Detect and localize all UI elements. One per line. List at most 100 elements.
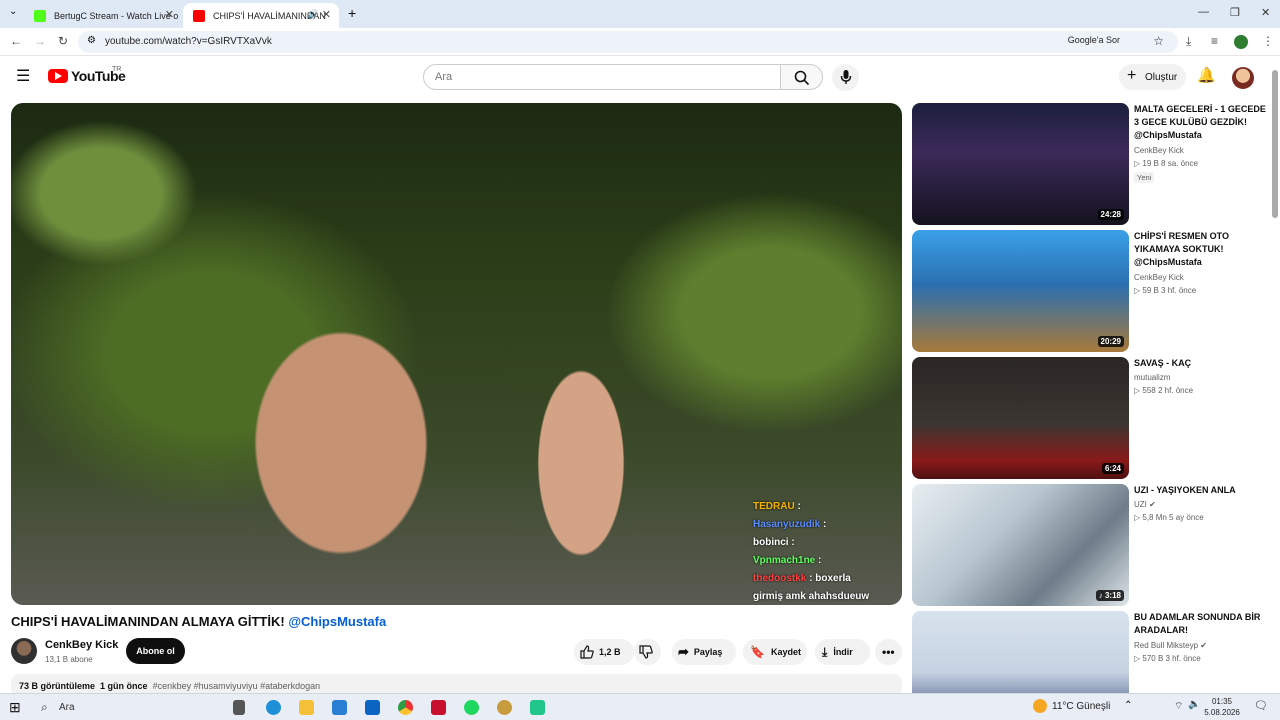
tab-bertugc[interactable]: BertugC Stream - Watch Live o ✕ bbox=[24, 3, 182, 28]
recommendation-title[interactable]: SAVAŞ - KAÇ bbox=[1134, 357, 1266, 370]
recommendation-title[interactable]: CHİPS'İ RESMEN OTO YIKAMAYA SOKTUK! @Chi… bbox=[1134, 230, 1266, 269]
video-thumbnail[interactable]: 20:29 bbox=[912, 230, 1129, 352]
close-window-icon[interactable]: ✕ bbox=[1261, 6, 1270, 19]
chat-line: Vpnmach1ne : bbox=[753, 552, 869, 570]
video-player[interactable]: TEDRAU : Hasanyuzudik : bobinci : Vpnmac… bbox=[11, 103, 902, 605]
file-explorer-icon[interactable] bbox=[299, 700, 314, 715]
page-scrollbar[interactable] bbox=[1272, 70, 1278, 218]
app-green-icon[interactable] bbox=[530, 700, 545, 715]
reload-icon[interactable]: ↻ bbox=[58, 34, 68, 48]
notifications-icon[interactable]: 🗨 bbox=[1254, 699, 1268, 712]
chat-message: : bbox=[797, 501, 801, 512]
upload-age: 1 gün önce bbox=[100, 681, 148, 691]
speaker-icon[interactable]: 🔊 bbox=[308, 9, 319, 20]
menu-icon[interactable]: ⋮ bbox=[1262, 34, 1274, 48]
video-title: CHIPS'İ HAVALİMANINDAN ALMAYA GİTTİK! @C… bbox=[11, 614, 386, 629]
duration-badge: 20:29 bbox=[1097, 336, 1124, 347]
dislike-button[interactable] bbox=[634, 639, 661, 665]
back-icon[interactable]: ← bbox=[10, 34, 22, 48]
video-title-text: CHIPS'İ HAVALİMANINDAN ALMAYA GİTTİK! bbox=[11, 614, 285, 629]
restore-icon[interactable]: ❐ bbox=[1230, 6, 1240, 19]
tab-title: BertugC Stream - Watch Live o bbox=[54, 10, 179, 21]
volume-icon[interactable]: 🔈 bbox=[1188, 699, 1200, 710]
recommendation-channel[interactable]: mutualizm bbox=[1134, 373, 1170, 382]
recommendation-channel[interactable]: CenkBey Kick bbox=[1134, 146, 1184, 155]
download-icon[interactable]: ⤓ bbox=[1186, 34, 1191, 49]
edge-icon[interactable] bbox=[266, 700, 281, 715]
mail-icon[interactable] bbox=[365, 700, 380, 715]
close-tab-icon[interactable]: ✕ bbox=[165, 8, 174, 21]
taskview-icon[interactable] bbox=[233, 700, 245, 715]
more-actions-button[interactable]: ••• bbox=[875, 639, 902, 665]
verified-icon: ✔ bbox=[1200, 641, 1207, 650]
recommendation-channel[interactable]: Red Bull Miksteyp ✔ bbox=[1134, 641, 1207, 650]
notifications-bell-icon[interactable]: 🔔 bbox=[1197, 66, 1216, 84]
forward-icon[interactable]: → bbox=[34, 34, 46, 48]
close-tab-icon[interactable]: ✕ bbox=[322, 8, 331, 21]
hamburger-menu-icon[interactable]: ☰ bbox=[16, 66, 30, 86]
bookmark-icon: 🔖 bbox=[750, 645, 765, 659]
video-thumbnail[interactable]: 24:28 bbox=[912, 103, 1129, 225]
minimize-icon[interactable]: — bbox=[1198, 6, 1209, 18]
recommendation-item[interactable]: 20:29 CHİPS'İ RESMEN OTO YIKAMAYA SOKTUK… bbox=[912, 230, 1272, 352]
chrome-icon[interactable] bbox=[398, 700, 413, 715]
spotify-icon[interactable] bbox=[464, 700, 479, 715]
recommendation-title[interactable]: BU ADAMLAR SONUNDA BİR ARADALAR! bbox=[1134, 611, 1266, 637]
recommendation-item[interactable]: 24:28 MALTA GECELERİ - 1 GECEDE 3 GECE K… bbox=[912, 103, 1272, 225]
windows-start-icon[interactable]: ⊞ bbox=[9, 699, 21, 716]
recommendation-item[interactable]: BU ADAMLAR SONUNDA BİR ARADALAR! Red Bul… bbox=[912, 611, 1272, 693]
region-label: TR bbox=[112, 66, 122, 73]
video-thumbnail[interactable]: 6:24 bbox=[912, 357, 1129, 479]
chat-line: TEDRAU : bbox=[753, 498, 869, 516]
address-bar[interactable]: ⚙ youtube.com/watch?v=GsIRVTXaVvk Google… bbox=[78, 31, 1178, 53]
site-info-icon[interactable]: ⚙ bbox=[87, 35, 96, 46]
chat-message: : bbox=[791, 537, 795, 548]
recommendation-channel[interactable]: CenkBey Kick bbox=[1134, 273, 1184, 282]
tab-youtube[interactable]: CHIPS'İ HAVALİMANINDAN 🔊 ✕ bbox=[183, 3, 339, 28]
new-tab-button[interactable]: + bbox=[348, 5, 356, 21]
taskbar-search[interactable]: ⌕ Ara bbox=[31, 697, 218, 718]
search-button[interactable] bbox=[781, 64, 823, 90]
system-clock[interactable]: 01:35 5.08.2026 bbox=[1200, 696, 1244, 718]
media-icon[interactable]: ≡ bbox=[1211, 34, 1218, 48]
tab-list-chevron-icon[interactable]: ⌄ bbox=[9, 6, 17, 17]
youtube-header: ☰ YouTube TR Ara + Oluştur 🔔 bbox=[0, 57, 1280, 97]
weather-text[interactable]: 11°C Güneşli bbox=[1052, 701, 1110, 712]
ask-google-button[interactable]: Google'a Sor bbox=[1068, 35, 1120, 45]
channel-name[interactable]: CenkBey Kick bbox=[45, 639, 118, 651]
chat-line: thedoostkk : boxerla bbox=[753, 570, 869, 588]
like-button[interactable]: 1,2 B bbox=[574, 639, 634, 665]
bookmark-star-icon[interactable]: ☆ bbox=[1153, 34, 1164, 48]
profile-icon[interactable] bbox=[1234, 35, 1248, 49]
new-badge: Yeni bbox=[1134, 172, 1155, 183]
video-thumbnail[interactable]: ♪ 3:18 bbox=[912, 484, 1129, 606]
store-icon[interactable] bbox=[332, 700, 347, 715]
tray-chevron-icon[interactable]: ⌃ bbox=[1124, 700, 1132, 711]
title-mention-link[interactable]: @ChipsMustafa bbox=[288, 614, 386, 629]
recommendation-item[interactable]: ♪ 3:18 UZI - YAŞIYOKEN ANLA UZI ✔ ▷ 5,8 … bbox=[912, 484, 1272, 606]
voice-search-button[interactable] bbox=[832, 64, 859, 91]
chat-line: bobinci : bbox=[753, 534, 869, 552]
wifi-icon[interactable]: ⌔ bbox=[1174, 700, 1183, 713]
app-red-icon[interactable] bbox=[431, 700, 446, 715]
youtube-logo-icon[interactable] bbox=[48, 69, 68, 83]
channel-avatar[interactable] bbox=[11, 638, 37, 664]
recommendation-meta: ▷ 59 B 3 hf. önce bbox=[1134, 286, 1197, 295]
chat-line: Hasanyuzudik : bbox=[753, 516, 869, 534]
share-button[interactable]: ➦ Paylaş bbox=[672, 639, 736, 665]
recommendation-item[interactable]: 6:24 SAVAŞ - KAÇ mutualizm ▷ 558 2 hf. ö… bbox=[912, 357, 1272, 479]
download-button[interactable]: ⤓ İndir bbox=[815, 639, 870, 665]
recommendation-channel[interactable]: UZI ✔ bbox=[1134, 500, 1156, 509]
app-gold-icon[interactable] bbox=[497, 700, 512, 715]
save-button[interactable]: 🔖 Kaydet bbox=[743, 639, 807, 665]
subscribe-button[interactable]: Abone ol bbox=[126, 638, 185, 664]
url-text[interactable]: youtube.com/watch?v=GsIRVTXaVvk bbox=[105, 36, 272, 47]
create-button[interactable]: + Oluştur bbox=[1119, 64, 1186, 90]
recommendation-title[interactable]: UZI - YAŞIYOKEN ANLA bbox=[1134, 484, 1266, 497]
chat-user: thedoostkk bbox=[753, 573, 807, 584]
search-input[interactable]: Ara bbox=[423, 64, 781, 90]
hashtags[interactable]: #cenkbey #husamviyuviyu #ataberkdogan bbox=[153, 681, 321, 691]
user-avatar[interactable] bbox=[1232, 67, 1254, 89]
video-thumbnail[interactable] bbox=[912, 611, 1129, 693]
recommendation-title[interactable]: MALTA GECELERİ - 1 GECEDE 3 GECE KULÜBÜ … bbox=[1134, 103, 1266, 142]
